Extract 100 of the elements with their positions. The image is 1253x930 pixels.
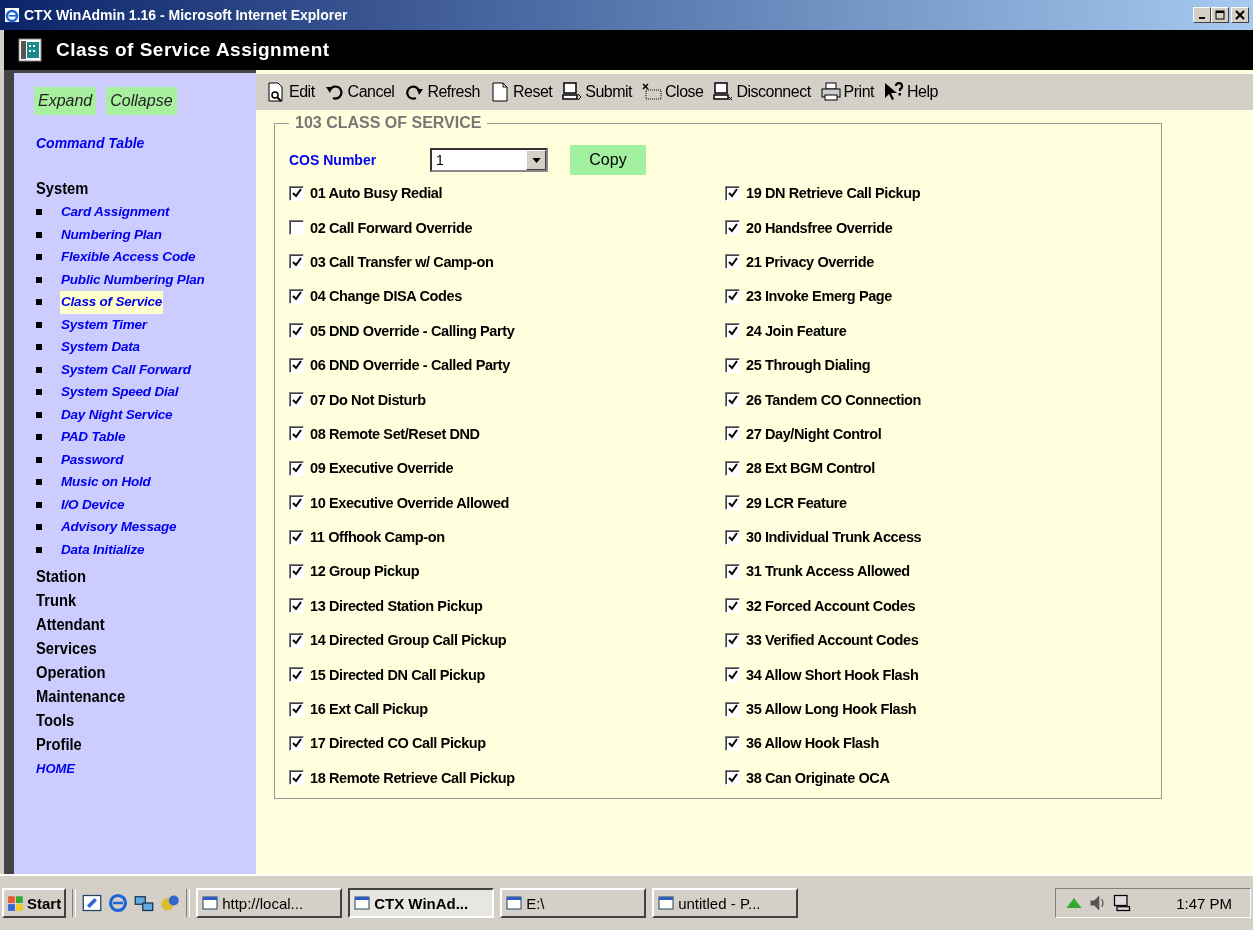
checkbox[interactable] xyxy=(725,495,740,511)
nav-section[interactable]: Attendant xyxy=(36,613,239,637)
taskbar-button[interactable]: CTX WinAd... xyxy=(348,888,495,918)
document-magnifier-icon xyxy=(266,82,286,102)
nav-link[interactable]: Advisory Message xyxy=(60,516,212,539)
bullet-icon xyxy=(36,276,42,283)
toolbar-button[interactable]: Submit xyxy=(560,82,634,102)
checkbox[interactable] xyxy=(725,667,740,683)
nav-link[interactable]: HOME xyxy=(36,761,256,777)
checkbox[interactable] xyxy=(289,770,304,786)
cos-number-dropdown[interactable]: 1 xyxy=(430,148,548,172)
option-label: 26 Tandem CO Connection xyxy=(746,391,922,408)
nav-section[interactable]: Station xyxy=(36,565,239,589)
close-button[interactable] xyxy=(1231,7,1249,23)
nav-link[interactable]: Flexible Access Code xyxy=(60,246,212,269)
checkbox[interactable] xyxy=(289,460,304,476)
close-icon xyxy=(1235,10,1245,20)
nav-link[interactable]: Class of Service xyxy=(60,291,164,314)
checkbox[interactable] xyxy=(725,323,740,339)
close-icon xyxy=(642,82,662,102)
checkbox[interactable] xyxy=(289,426,304,442)
toolbar-button[interactable]: Refresh xyxy=(402,82,482,102)
checkbox[interactable] xyxy=(289,667,304,683)
nav-link[interactable]: System Speed Dial xyxy=(60,381,212,404)
nav-link[interactable]: Data Initialize xyxy=(60,538,212,561)
maximize-button[interactable] xyxy=(1211,7,1229,23)
toolbar-button[interactable]: Print xyxy=(818,82,876,102)
checkbox[interactable] xyxy=(725,254,740,270)
nav-link[interactable]: System Timer xyxy=(60,313,212,336)
toolbar-button[interactable]: Edit xyxy=(264,82,317,102)
checkbox[interactable] xyxy=(725,460,740,476)
nav-link[interactable]: I/O Device xyxy=(60,493,212,516)
checkbox[interactable] xyxy=(289,735,304,751)
computer-icon[interactable] xyxy=(1112,893,1132,913)
phone-icon xyxy=(18,38,42,62)
checkbox[interactable] xyxy=(289,632,304,648)
nav-link[interactable]: Public Numbering Plan xyxy=(60,268,212,291)
checkbox[interactable] xyxy=(725,185,740,201)
toolbar-button[interactable]: Reset xyxy=(487,82,555,102)
minimize-button[interactable] xyxy=(1193,7,1211,23)
toolbar-button[interactable]: Cancel xyxy=(322,82,397,102)
nav-link[interactable]: System Data xyxy=(60,336,212,359)
tree-toggle-button[interactable]: Collapse xyxy=(106,87,177,115)
browser-icon[interactable] xyxy=(108,893,129,913)
checkbox[interactable] xyxy=(725,392,740,408)
nav-link[interactable]: Music on Hold xyxy=(60,471,212,494)
checkbox[interactable] xyxy=(289,357,304,373)
copy-button[interactable]: Copy xyxy=(570,145,646,175)
window-icon xyxy=(354,895,371,911)
taskbar-button[interactable]: untitled - P... xyxy=(652,888,799,918)
checkbox[interactable] xyxy=(725,220,740,236)
toolbar-button[interactable]: Close xyxy=(640,82,706,102)
checkbox[interactable] xyxy=(289,564,304,579)
nav-section[interactable]: Trunk xyxy=(36,589,239,613)
nav-section[interactable]: Profile xyxy=(36,733,239,757)
checkbox[interactable] xyxy=(725,529,740,545)
computer-icon xyxy=(562,82,583,102)
tree-toggle-button[interactable]: Expand xyxy=(34,87,97,115)
checkbox[interactable] xyxy=(725,564,740,579)
bullet-icon xyxy=(36,434,42,440)
checkbox[interactable] xyxy=(289,495,304,511)
option-label: 19 DN Retrieve Call Pickup xyxy=(746,185,921,202)
checkbox[interactable] xyxy=(289,598,304,614)
nav-section[interactable]: Services xyxy=(36,637,239,661)
nav-section[interactable]: System xyxy=(36,177,239,201)
nav-link[interactable]: Command Table xyxy=(36,135,256,151)
checkbox[interactable] xyxy=(289,529,304,545)
checkbox[interactable] xyxy=(289,288,304,304)
nav-section[interactable]: Tools xyxy=(36,709,239,733)
checkbox[interactable] xyxy=(725,288,740,304)
toolbar-button[interactable]: Disconnect xyxy=(711,82,813,102)
checkbox[interactable] xyxy=(725,735,740,751)
option-label: 15 Directed DN Call Pickup xyxy=(310,666,485,683)
checkbox[interactable] xyxy=(725,598,740,614)
nav-link[interactable]: Card Assignment xyxy=(60,201,212,224)
checkbox[interactable] xyxy=(725,701,740,717)
checkbox[interactable] xyxy=(289,392,304,408)
nav-link[interactable]: PAD Table xyxy=(60,426,212,449)
bullet-icon xyxy=(36,299,42,305)
nav-link[interactable]: Password xyxy=(60,448,212,471)
checkbox[interactable] xyxy=(289,220,304,236)
option-label: 38 Can Originate OCA xyxy=(746,769,890,786)
nav-section[interactable]: Maintenance xyxy=(36,685,239,709)
nav-link[interactable]: System Call Forward xyxy=(60,358,212,381)
taskbar-button[interactable]: E:\ xyxy=(500,888,647,918)
nav-link[interactable]: Day Night Service xyxy=(60,403,212,426)
taskbar-button[interactable]: http://local... xyxy=(196,888,343,918)
checkbox[interactable] xyxy=(725,426,740,442)
option-label: 25 Through Dialing xyxy=(746,357,871,374)
checkbox[interactable] xyxy=(289,701,304,717)
nav-section[interactable]: Operation xyxy=(36,661,239,685)
start-button[interactable]: Start xyxy=(2,888,67,918)
nav-link[interactable]: Numbering Plan xyxy=(60,223,212,246)
checkbox[interactable] xyxy=(289,323,304,339)
checkbox[interactable] xyxy=(725,632,740,648)
checkbox[interactable] xyxy=(725,357,740,373)
checkbox[interactable] xyxy=(725,770,740,786)
checkbox[interactable] xyxy=(289,185,304,201)
toolbar-button[interactable]: Help xyxy=(882,82,940,102)
checkbox[interactable] xyxy=(289,254,304,270)
